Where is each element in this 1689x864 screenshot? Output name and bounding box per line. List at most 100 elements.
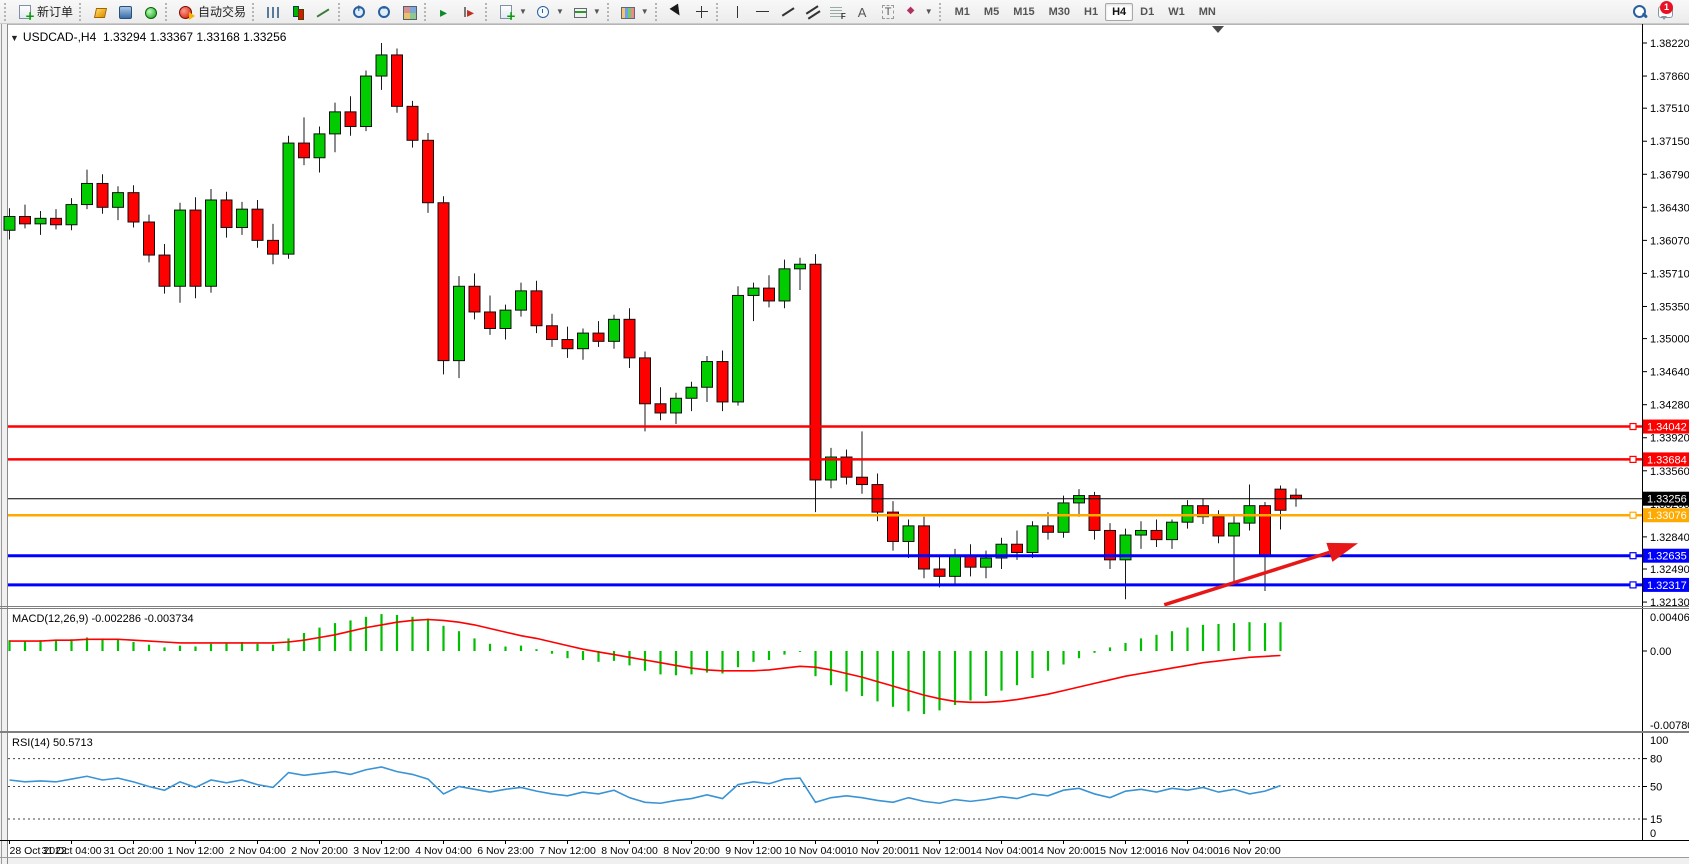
crosshair-button[interactable] bbox=[689, 2, 714, 22]
price-tick-label: 1.33920 bbox=[1650, 433, 1689, 445]
bull-candle bbox=[454, 286, 465, 360]
bull-candle bbox=[82, 183, 93, 204]
cursor-button[interactable] bbox=[664, 2, 689, 22]
line-handle[interactable] bbox=[1630, 456, 1636, 462]
chart-canvas[interactable]: 1.382201.378601.375101.371501.367901.364… bbox=[0, 24, 1689, 864]
axis-price-box: 1.32635 bbox=[1643, 549, 1689, 563]
axis-price-box: 1.33076 bbox=[1643, 508, 1689, 522]
price-tick-label: 1.32130 bbox=[1650, 597, 1689, 609]
bull-candle bbox=[671, 398, 682, 413]
bear-candle bbox=[299, 143, 310, 158]
bear-candle bbox=[624, 319, 635, 358]
toolbar-grip[interactable] bbox=[716, 3, 721, 21]
horizontal-line-button[interactable] bbox=[750, 2, 775, 22]
text-icon bbox=[854, 4, 871, 20]
bar-chart-button[interactable] bbox=[261, 2, 286, 22]
toolbar-grip[interactable] bbox=[607, 3, 612, 21]
bear-candle bbox=[764, 288, 775, 301]
toolbar-grip[interactable] bbox=[79, 3, 84, 21]
channel-button[interactable] bbox=[800, 2, 825, 22]
clock-button[interactable]: ▼ bbox=[531, 2, 568, 22]
timeframe-w1-button[interactable]: W1 bbox=[1161, 3, 1192, 21]
tile-windows-button[interactable] bbox=[397, 2, 422, 22]
arrows-button[interactable]: ▼ bbox=[900, 2, 937, 22]
text-button[interactable] bbox=[850, 2, 875, 22]
bull-candle bbox=[330, 112, 341, 134]
new-chart-button[interactable]: ▼ bbox=[494, 2, 531, 22]
crosshair-icon bbox=[693, 4, 710, 20]
timeframe-m5-button[interactable]: M5 bbox=[977, 3, 1006, 21]
bear-candle bbox=[252, 209, 263, 240]
chat-icon[interactable]: 1 bbox=[1657, 3, 1677, 21]
toolbar-grip[interactable] bbox=[252, 3, 257, 21]
line-handle[interactable] bbox=[1630, 582, 1636, 588]
bear-candle bbox=[857, 477, 868, 484]
timeframe-m15-button[interactable]: M15 bbox=[1006, 3, 1041, 21]
signals-button[interactable] bbox=[138, 2, 163, 22]
price-tick-label: 1.37510 bbox=[1650, 103, 1689, 115]
dropdown-caret-icon: ▼ bbox=[556, 7, 564, 16]
new-chart-icon bbox=[498, 4, 515, 20]
new-order-button[interactable]: 新订单 bbox=[13, 2, 77, 22]
timeframe-m30-button[interactable]: M30 bbox=[1042, 3, 1077, 21]
chart-style-icon bbox=[572, 4, 589, 20]
timeframe-d1-button[interactable]: D1 bbox=[1133, 3, 1161, 21]
price-tick-label: 1.32490 bbox=[1650, 564, 1689, 576]
chart-dropdown-icon[interactable]: ▼ bbox=[10, 33, 19, 43]
zoom-out-button[interactable] bbox=[372, 2, 397, 22]
toolbar-grip[interactable] bbox=[424, 3, 429, 21]
axis-price-box: 1.34042 bbox=[1643, 420, 1689, 434]
line-handle[interactable] bbox=[1630, 512, 1636, 518]
timeframe-h1-button[interactable]: H1 bbox=[1077, 3, 1105, 21]
chart-shift-button[interactable] bbox=[433, 2, 458, 22]
bull-candle bbox=[66, 205, 77, 225]
time-tick-label: 2 Nov 20:00 bbox=[291, 845, 348, 857]
line-handle[interactable] bbox=[1630, 424, 1636, 430]
timeframe-m1-button[interactable]: M1 bbox=[948, 3, 977, 21]
timeframe-h4-button[interactable]: H4 bbox=[1105, 3, 1133, 21]
timeframe-mn-button[interactable]: MN bbox=[1192, 3, 1223, 21]
toolbar-grip[interactable] bbox=[655, 3, 660, 21]
time-tick-label: 8 Nov 20:00 bbox=[663, 845, 720, 857]
line-handle[interactable] bbox=[1630, 553, 1636, 559]
text-label-button[interactable] bbox=[875, 2, 900, 22]
price-tick-label: 1.35710 bbox=[1650, 268, 1689, 280]
zoom-in-button[interactable] bbox=[347, 2, 372, 22]
rsi-tick-label: 50 bbox=[1650, 782, 1662, 794]
chart-autoscroll-button[interactable] bbox=[458, 2, 483, 22]
autotrading-button[interactable]: 自动交易 bbox=[174, 2, 250, 22]
time-tick-label: 7 Nov 12:00 bbox=[539, 845, 596, 857]
time-tick-label: 10 Nov 20:00 bbox=[846, 845, 909, 857]
bear-candle bbox=[810, 264, 821, 480]
vertical-line-button[interactable] bbox=[725, 2, 750, 22]
bear-candle bbox=[97, 183, 108, 207]
chart-style-button[interactable]: ▼ bbox=[568, 2, 605, 22]
chart-autoscroll-icon bbox=[462, 4, 479, 20]
macd-label: MACD(12,26,9) -0.002286 -0.003734 bbox=[12, 613, 194, 625]
trendline-button[interactable] bbox=[775, 2, 800, 22]
axis-price-box: 1.33256 bbox=[1643, 492, 1689, 506]
bull-candle bbox=[4, 217, 15, 231]
bear-candle bbox=[593, 333, 604, 341]
market-watch-button[interactable] bbox=[88, 2, 113, 22]
bull-candle bbox=[175, 210, 186, 286]
line-chart-button[interactable] bbox=[311, 2, 336, 22]
template-button[interactable]: ▼ bbox=[616, 2, 653, 22]
toolbar-grip[interactable] bbox=[338, 3, 343, 21]
data-window-button[interactable] bbox=[113, 2, 138, 22]
time-tick-label: 11 Nov 12:00 bbox=[909, 845, 971, 857]
vertical-line-icon bbox=[729, 4, 746, 20]
toolbar-grip[interactable] bbox=[485, 3, 490, 21]
svg-text:1.32635: 1.32635 bbox=[1647, 551, 1687, 563]
bull-candle bbox=[578, 333, 589, 349]
bear-candle bbox=[919, 526, 930, 569]
toolbar-grip[interactable] bbox=[4, 3, 9, 21]
candlestick-chart-button[interactable] bbox=[286, 2, 311, 22]
notification-badge: 1 bbox=[1660, 1, 1673, 14]
time-tick-label: 16 Nov 20:00 bbox=[1218, 845, 1281, 857]
fibonacci-button[interactable] bbox=[825, 2, 850, 22]
search-icon[interactable] bbox=[1631, 3, 1649, 21]
toolbar-grip[interactable] bbox=[165, 3, 170, 21]
bear-candle bbox=[640, 358, 651, 404]
toolbar-grip[interactable] bbox=[939, 3, 944, 21]
